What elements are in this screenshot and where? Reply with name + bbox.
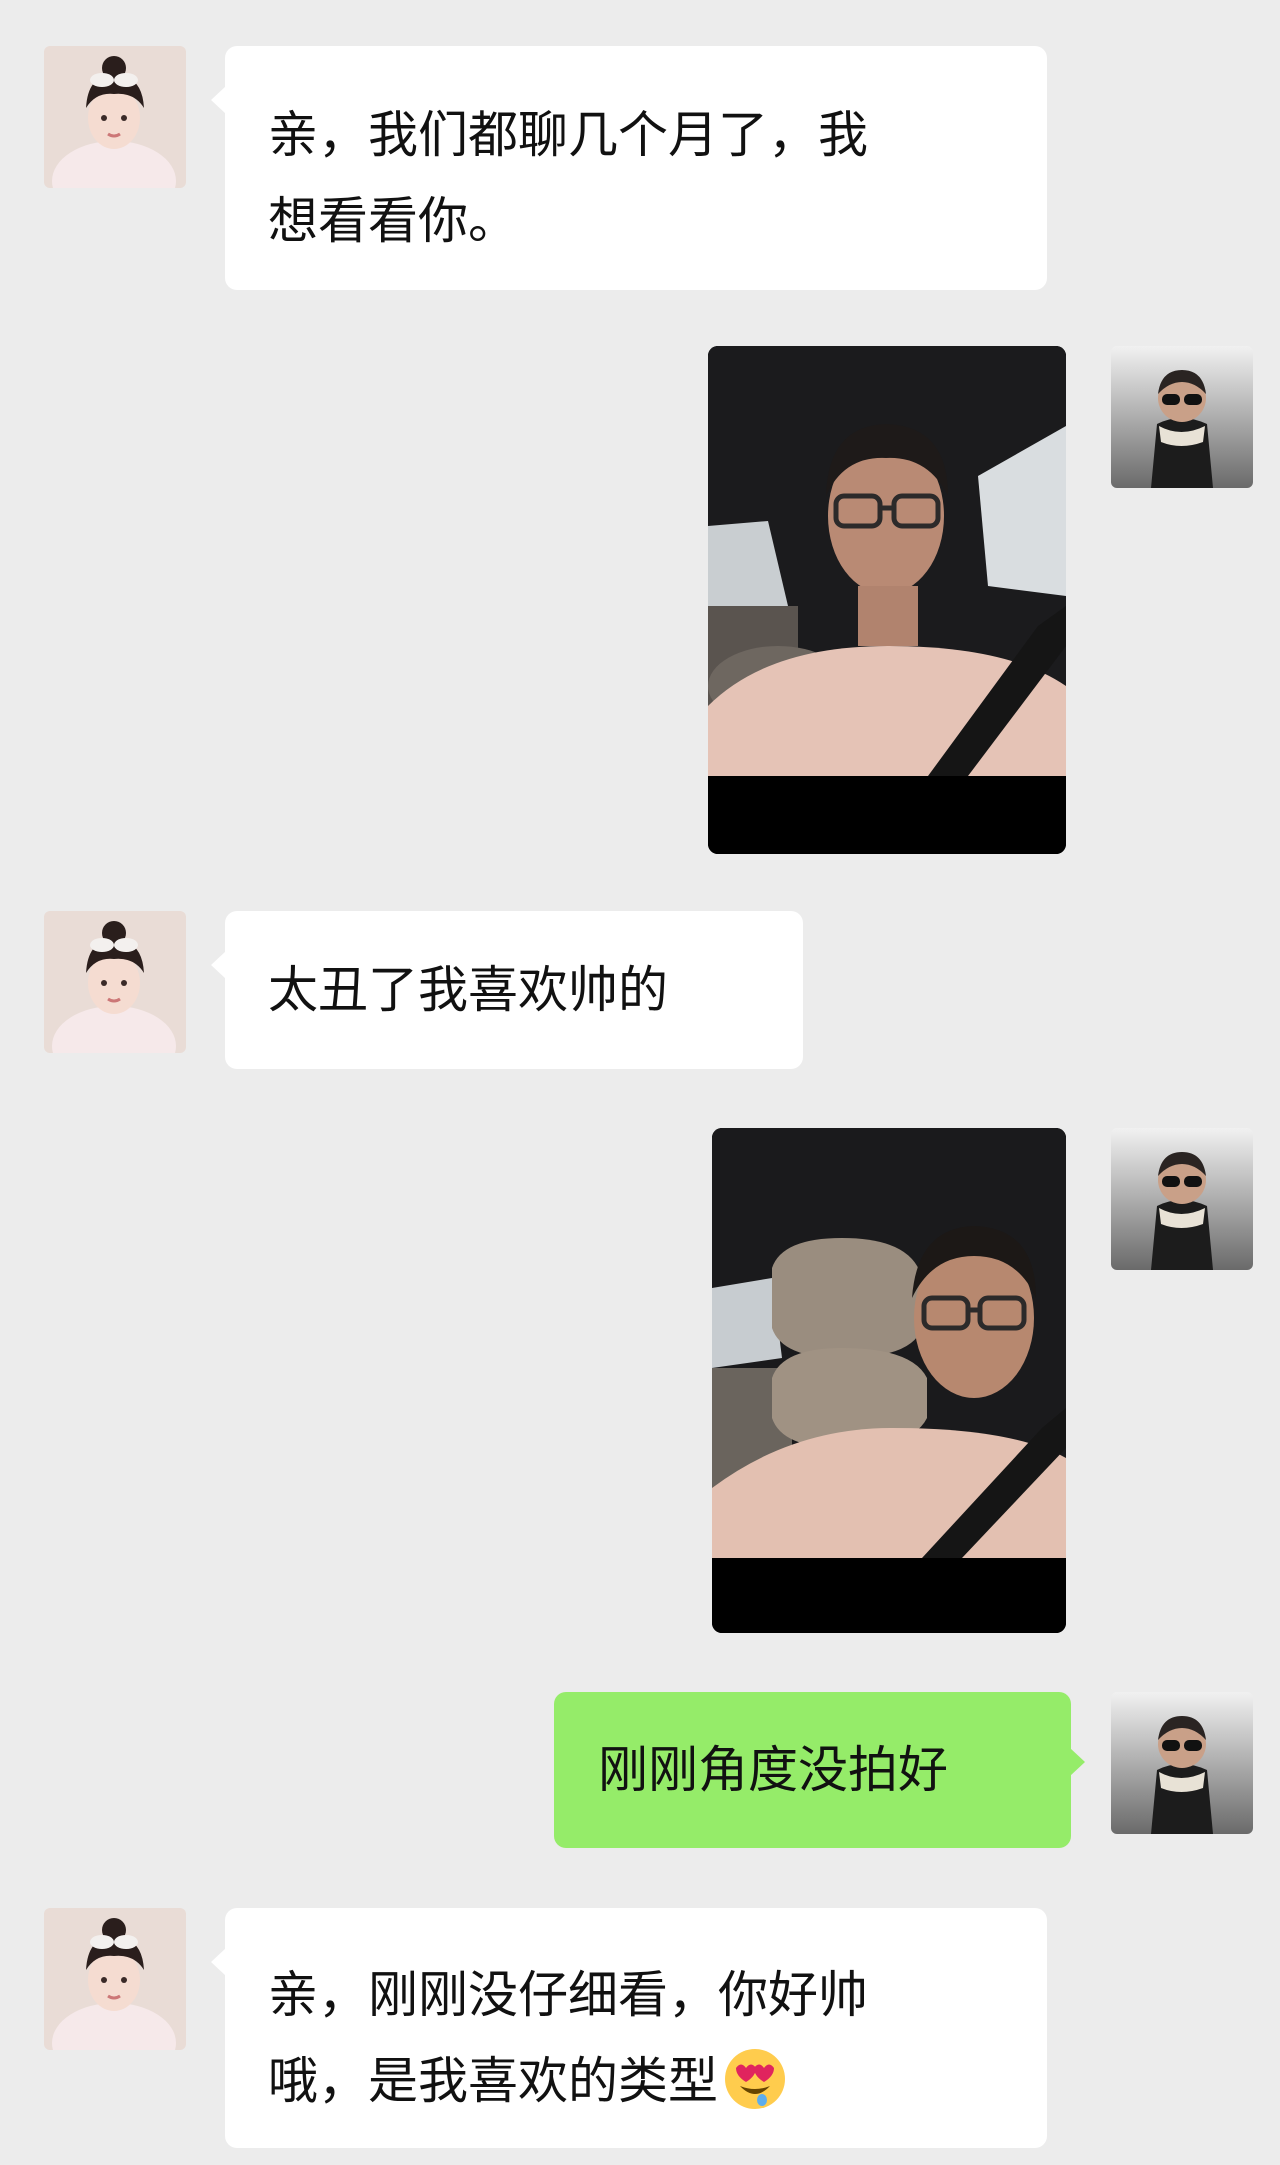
message-text: 太丑了我喜欢帅的 [268, 961, 668, 1019]
contact-avatar[interactable] [44, 1908, 186, 2050]
bubble-tail [211, 86, 226, 114]
my-avatar[interactable] [1111, 1692, 1253, 1834]
contact-avatar[interactable] [44, 46, 186, 188]
selfie-with-headrest-photo [712, 1128, 1066, 1633]
message-bubble-outgoing[interactable]: 刚刚角度没拍好 [554, 1692, 1085, 1848]
bubble-tail [1070, 1748, 1085, 1776]
message-text: 亲，刚刚没仔细看，你好帅 [268, 1966, 868, 2024]
my-avatar[interactable] [1111, 1128, 1253, 1270]
photo-message[interactable] [712, 1128, 1066, 1633]
message-text: 亲，我们都聊几个月了，我 [268, 106, 868, 164]
message-text: 想看看你。 [268, 192, 518, 250]
selfie-in-car-photo [708, 346, 1066, 854]
message-bubble-incoming[interactable]: 太丑了我喜欢帅的 [211, 911, 803, 1069]
message-bubble-incoming[interactable]: 亲，我们都聊几个月了，我 想看看你。 [211, 46, 1047, 290]
my-avatar[interactable] [1111, 346, 1253, 488]
heart-eyes-emoji [725, 2049, 785, 2109]
message-text: 哦，是我喜欢的类型 [268, 2052, 718, 2110]
message-text: 刚刚角度没拍好 [598, 1741, 948, 1799]
bubble-tail [211, 951, 226, 979]
message-bubble-incoming[interactable]: 亲，刚刚没仔细看，你好帅 哦，是我喜欢的类型 [211, 1908, 1047, 2148]
bubble-tail [211, 1948, 226, 1976]
chat-window: 亲，我们都聊几个月了，我 想看看你。 太丑了我喜欢帅的 刚刚角度没拍好 亲，刚刚… [0, 0, 1280, 2165]
photo-message[interactable] [708, 346, 1066, 854]
contact-avatar[interactable] [44, 911, 186, 1053]
